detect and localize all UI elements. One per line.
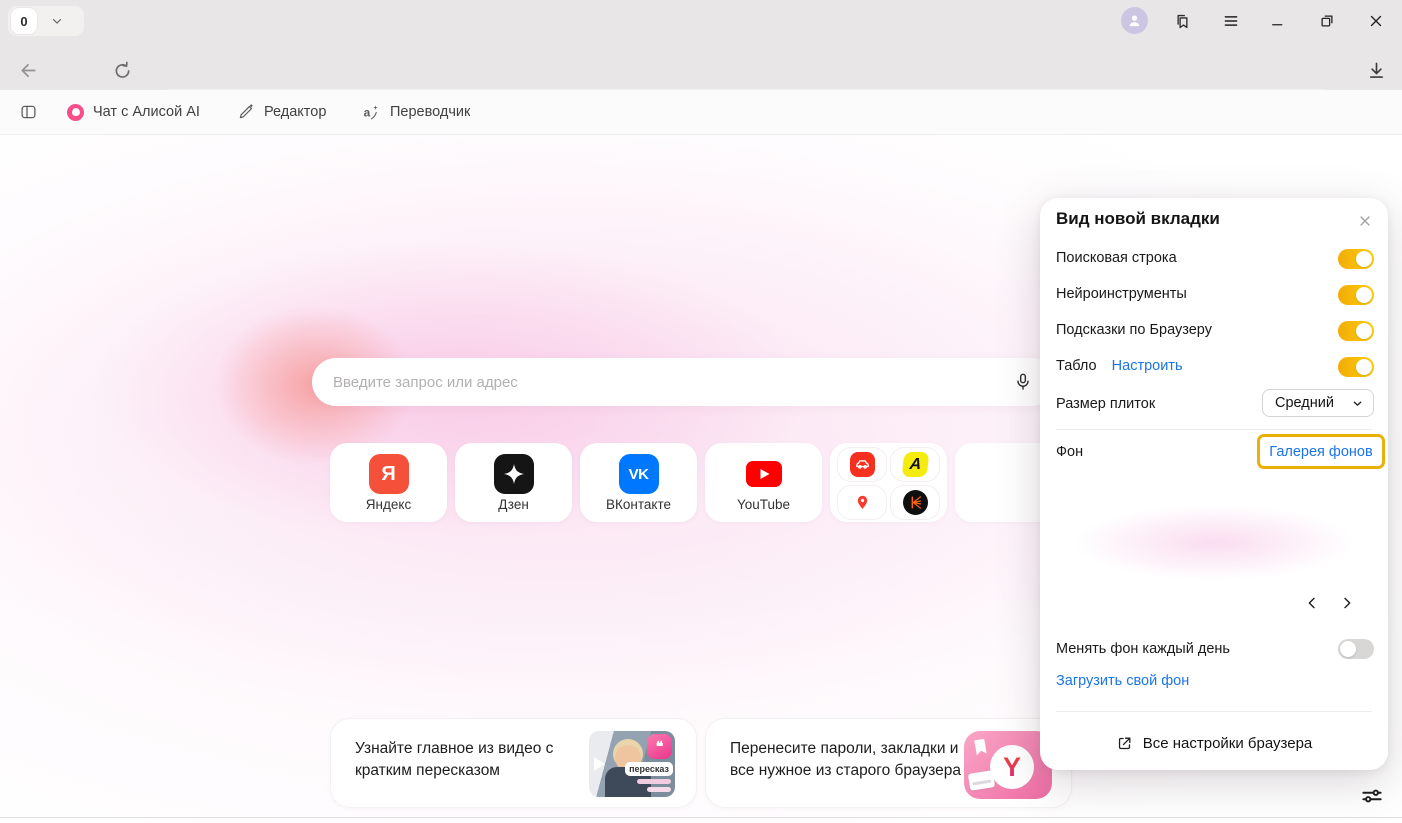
tab-badge[interactable]: 0 xyxy=(11,8,37,34)
close-icon[interactable] xyxy=(1361,6,1391,36)
promo-card-text: Перенесите пароли, закладки и все нужное… xyxy=(730,738,968,781)
vk-icon: VK xyxy=(619,454,659,494)
menu-icon[interactable] xyxy=(1216,6,1246,36)
toolbar: Я Введите запрос или адрес xyxy=(0,42,1402,90)
toggle-tableau[interactable] xyxy=(1338,357,1374,377)
tile-group-item-maps[interactable] xyxy=(838,486,886,519)
background-preview[interactable] xyxy=(1056,480,1372,588)
svg-text:a: a xyxy=(364,105,371,119)
back-icon[interactable] xyxy=(12,54,44,86)
tile-group-item-auto[interactable] xyxy=(838,448,886,481)
alice-icon xyxy=(67,104,84,121)
promo-card-video-retell[interactable]: Узнайте главное из видео с кратким перес… xyxy=(330,718,697,808)
tile-label: Яндекс xyxy=(366,497,411,512)
toggle-browser-tips[interactable] xyxy=(1338,321,1374,341)
panel-divider xyxy=(1056,429,1372,430)
browser-window: 0 Я Введите xyxy=(0,0,1402,823)
reload-icon[interactable] xyxy=(106,54,138,86)
bookmark-label: Редактор xyxy=(264,104,326,120)
setting-label-daily-background: Менять фон каждый день xyxy=(1056,641,1230,657)
download-icon[interactable] xyxy=(1360,54,1392,86)
retell-badge: пересказ xyxy=(625,762,673,776)
play-icon xyxy=(594,757,605,771)
search-placeholder: Введите запрос или адрес xyxy=(333,374,518,391)
retell-quote-icon: ❝ xyxy=(647,734,672,759)
title-bar: 0 xyxy=(0,0,1402,42)
tile-group-item-afisha[interactable]: A xyxy=(891,448,939,481)
select-chevron-icon xyxy=(1351,397,1364,410)
setting-label-search-bar: Поисковая строка xyxy=(1056,250,1177,266)
tile-yandex[interactable]: Я Яндекс xyxy=(330,443,447,522)
tile-size-value: Средний xyxy=(1275,395,1334,411)
tile-label: YouTube xyxy=(737,497,790,512)
promo-card-import[interactable]: Перенесите пароли, закладки и все нужное… xyxy=(705,718,1072,808)
avatar[interactable] xyxy=(1121,7,1148,34)
toggle-neuro-tools[interactable] xyxy=(1338,285,1374,305)
restore-icon[interactable] xyxy=(1312,6,1342,36)
tile-group[interactable]: A xyxy=(830,443,947,522)
tile-vk[interactable]: VK ВКонтакте xyxy=(580,443,697,522)
bookmark-item-alice-chat[interactable]: Чат с Алисой AI xyxy=(67,90,200,134)
video-thumbnail: ❝ пересказ xyxy=(589,731,675,797)
tile-group-item-kinopoisk[interactable] xyxy=(891,486,939,519)
setting-label-neuro-tools: Нейроинструменты xyxy=(1056,286,1187,302)
toggle-search-bar[interactable] xyxy=(1338,249,1374,269)
background-gallery-link[interactable]: Галерея фонов xyxy=(1269,444,1372,460)
tile-label: ВКонтакте xyxy=(606,497,671,512)
setting-label-browser-tips: Подсказки по Браузеру xyxy=(1056,322,1212,338)
search-input[interactable]: Введите запрос или адрес xyxy=(312,358,1056,406)
youtube-icon xyxy=(744,454,784,494)
editor-icon xyxy=(237,103,255,121)
carousel-next-icon[interactable] xyxy=(1335,591,1359,615)
tableau-configure-link[interactable]: Настроить xyxy=(1112,358,1183,374)
bookmark-label: Чат с Алисой AI xyxy=(93,104,200,120)
yandex-browser-logo: Y xyxy=(1003,752,1021,783)
carousel-prev-icon[interactable] xyxy=(1300,591,1324,615)
all-settings-link[interactable]: Все настройки браузера xyxy=(1040,727,1388,759)
panel-close-icon[interactable] xyxy=(1355,211,1375,231)
panel-divider xyxy=(1056,711,1372,712)
sidebar-toggle-icon[interactable] xyxy=(19,90,38,134)
tile-size-select[interactable]: Средний xyxy=(1262,389,1374,417)
translator-icon: a xyxy=(362,103,381,122)
new-tab-settings-panel: Вид новой вкладки Поисковая строка Нейро… xyxy=(1040,198,1388,770)
chevron-down-icon[interactable] xyxy=(50,14,64,28)
maps-pin-icon xyxy=(850,490,875,515)
bookmark-shape-icon xyxy=(973,738,988,756)
toggle-daily-background[interactable] xyxy=(1338,639,1374,659)
tile-label: Дзен xyxy=(498,497,529,512)
collections-icon[interactable] xyxy=(1167,6,1197,36)
bookmark-label: Переводчик xyxy=(390,104,470,120)
bottom-divider xyxy=(0,817,1402,818)
setting-label-background: Фон xyxy=(1056,444,1083,460)
dzen-icon xyxy=(494,454,534,494)
kinopoisk-icon xyxy=(903,490,928,515)
tile-youtube[interactable]: YouTube xyxy=(705,443,822,522)
yandex-icon: Я xyxy=(369,454,409,494)
afisha-icon: A xyxy=(901,452,929,477)
settings-sliders-icon[interactable] xyxy=(1355,779,1389,813)
gallery-callout-highlight: Галерея фонов xyxy=(1257,434,1385,469)
panel-title: Вид новой вкладки xyxy=(1056,209,1220,229)
upload-background-link[interactable]: Загрузить свой фон xyxy=(1056,673,1189,689)
minimize-icon[interactable] xyxy=(1263,6,1293,36)
bookmarks-bar: Чат с Алисой AI Редактор a Переводчик xyxy=(0,90,1402,135)
tile-dzen[interactable]: Дзен xyxy=(455,443,572,522)
setting-label-tile-size: Размер плиток xyxy=(1056,396,1155,412)
auto-ru-car-icon xyxy=(850,452,875,477)
bookmark-item-translator[interactable]: a Переводчик xyxy=(362,90,470,134)
mic-icon[interactable] xyxy=(1009,368,1037,396)
external-link-icon xyxy=(1116,735,1133,752)
all-settings-label: Все настройки браузера xyxy=(1143,735,1313,752)
setting-label-tableau: Табло Настроить xyxy=(1056,358,1183,374)
tab-counter[interactable]: 0 xyxy=(8,6,84,36)
promo-card-text: Узнайте главное из видео с кратким перес… xyxy=(355,738,593,781)
bookmark-item-editor[interactable]: Редактор xyxy=(237,90,326,134)
